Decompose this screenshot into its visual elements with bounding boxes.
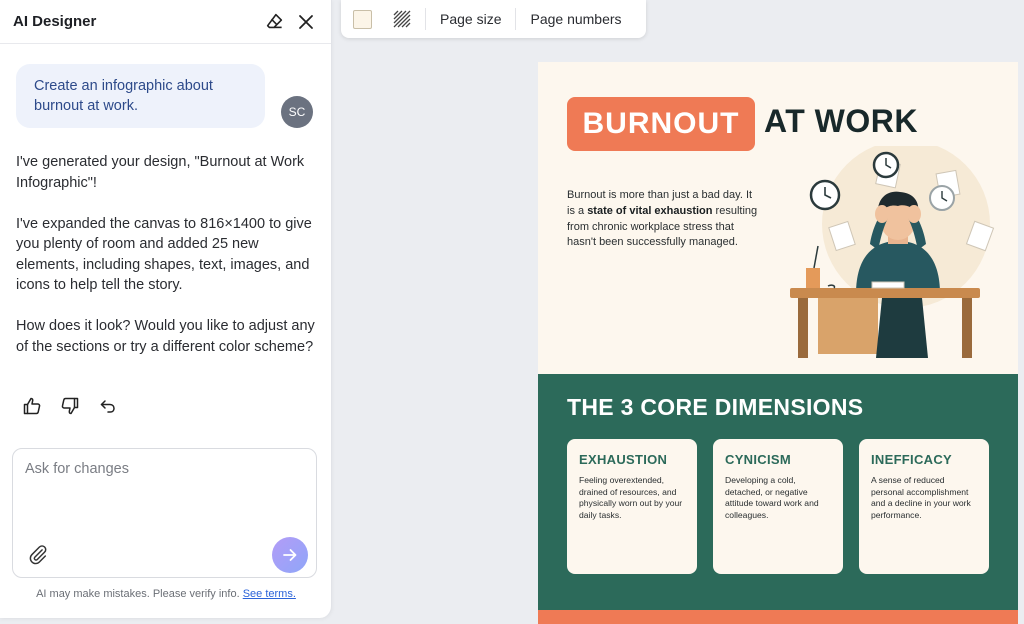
title-text[interactable]: AT WORK: [764, 103, 918, 140]
card-title: EXHAUSTION: [579, 452, 668, 467]
thumbs-down-button[interactable]: [58, 394, 82, 418]
burnout-illustration[interactable]: [778, 146, 1018, 374]
clear-chat-button[interactable]: [262, 10, 286, 34]
terms-link[interactable]: See terms.: [243, 588, 296, 600]
dimension-card-exhaustion[interactable]: EXHAUSTION Feeling overextended, drained…: [567, 439, 697, 574]
intro-text[interactable]: Burnout is more than just a bad day. It …: [567, 188, 763, 251]
title-highlight[interactable]: BURNOUT: [567, 97, 755, 151]
card-text: Developing a cold, detached, or negative…: [725, 475, 819, 520]
card-title: CYNICISM: [725, 452, 791, 467]
card-text: Feeling overextended, drained of resourc…: [579, 475, 683, 520]
paperclip-icon: [29, 545, 47, 565]
toolbar-divider: [425, 8, 426, 30]
hatch-pattern-icon: [393, 10, 411, 28]
card-title: INEFFICACY: [871, 452, 952, 467]
thumbs-up-icon: [23, 397, 41, 415]
ai-response-paragraph: I've expanded the canvas to 816×1400 to …: [16, 215, 312, 294]
undo-button[interactable]: [96, 394, 120, 418]
ai-response-paragraph: I've generated your design, "Burnout at …: [16, 154, 305, 191]
toolbar-divider: [515, 8, 517, 30]
disclaimer: AI may make mistakes. Please verify info…: [0, 588, 332, 600]
card-text: A sense of reduced personal accomplishme…: [871, 475, 971, 520]
panel-title: AI Designer: [13, 13, 97, 30]
background-pattern-button[interactable]: [393, 10, 411, 28]
arrow-right-icon: [283, 549, 297, 561]
chat-input[interactable]: [25, 461, 305, 531]
dimensions-section[interactable]: THE 3 CORE DIMENSIONS EXHAUSTION Feeling…: [538, 374, 1018, 610]
thumbs-down-icon: [61, 397, 79, 415]
page-size-button[interactable]: Page size: [440, 11, 501, 27]
next-section-strip[interactable]: [538, 610, 1018, 624]
dimension-card-inefficacy[interactable]: INEFFICACY A sense of reduced personal a…: [859, 439, 989, 574]
close-button[interactable]: [294, 10, 318, 34]
undo-icon: [100, 400, 115, 413]
canvas-page[interactable]: BURNOUT AT WORK Burnout is more than jus…: [538, 62, 1018, 624]
dimension-card-cynicism[interactable]: CYNICISM Developing a cold, detached, or…: [713, 439, 843, 574]
close-icon: [299, 14, 313, 29]
page-toolbar: Page size Page numbers: [341, 0, 646, 38]
panel-header: AI Designer: [0, 0, 331, 44]
attach-button[interactable]: [27, 543, 51, 567]
user-avatar: SC: [281, 96, 313, 128]
ai-response: I've generated your design, "Burnout at …: [16, 152, 320, 378]
ai-designer-panel: AI Designer Create an infographic about …: [0, 0, 332, 618]
thumbs-up-button[interactable]: [20, 394, 44, 418]
feedback-actions: [20, 394, 120, 418]
hero-section[interactable]: BURNOUT AT WORK Burnout is more than jus…: [538, 62, 1018, 374]
user-message: Create an infographic about burnout at w…: [16, 64, 265, 128]
dimensions-title[interactable]: THE 3 CORE DIMENSIONS: [567, 394, 863, 421]
send-button[interactable]: [272, 537, 308, 573]
intro-bold: state of vital exhaustion: [587, 204, 713, 217]
ai-response-paragraph: How does it look? Would you like to adju…: [16, 318, 315, 355]
page-numbers-button[interactable]: Page numbers: [530, 11, 621, 27]
background-color-swatch[interactable]: [353, 9, 372, 29]
eraser-icon: [266, 13, 282, 29]
disclaimer-text: AI may make mistakes. Please verify info…: [36, 588, 240, 600]
chat-input-box: [12, 448, 317, 578]
